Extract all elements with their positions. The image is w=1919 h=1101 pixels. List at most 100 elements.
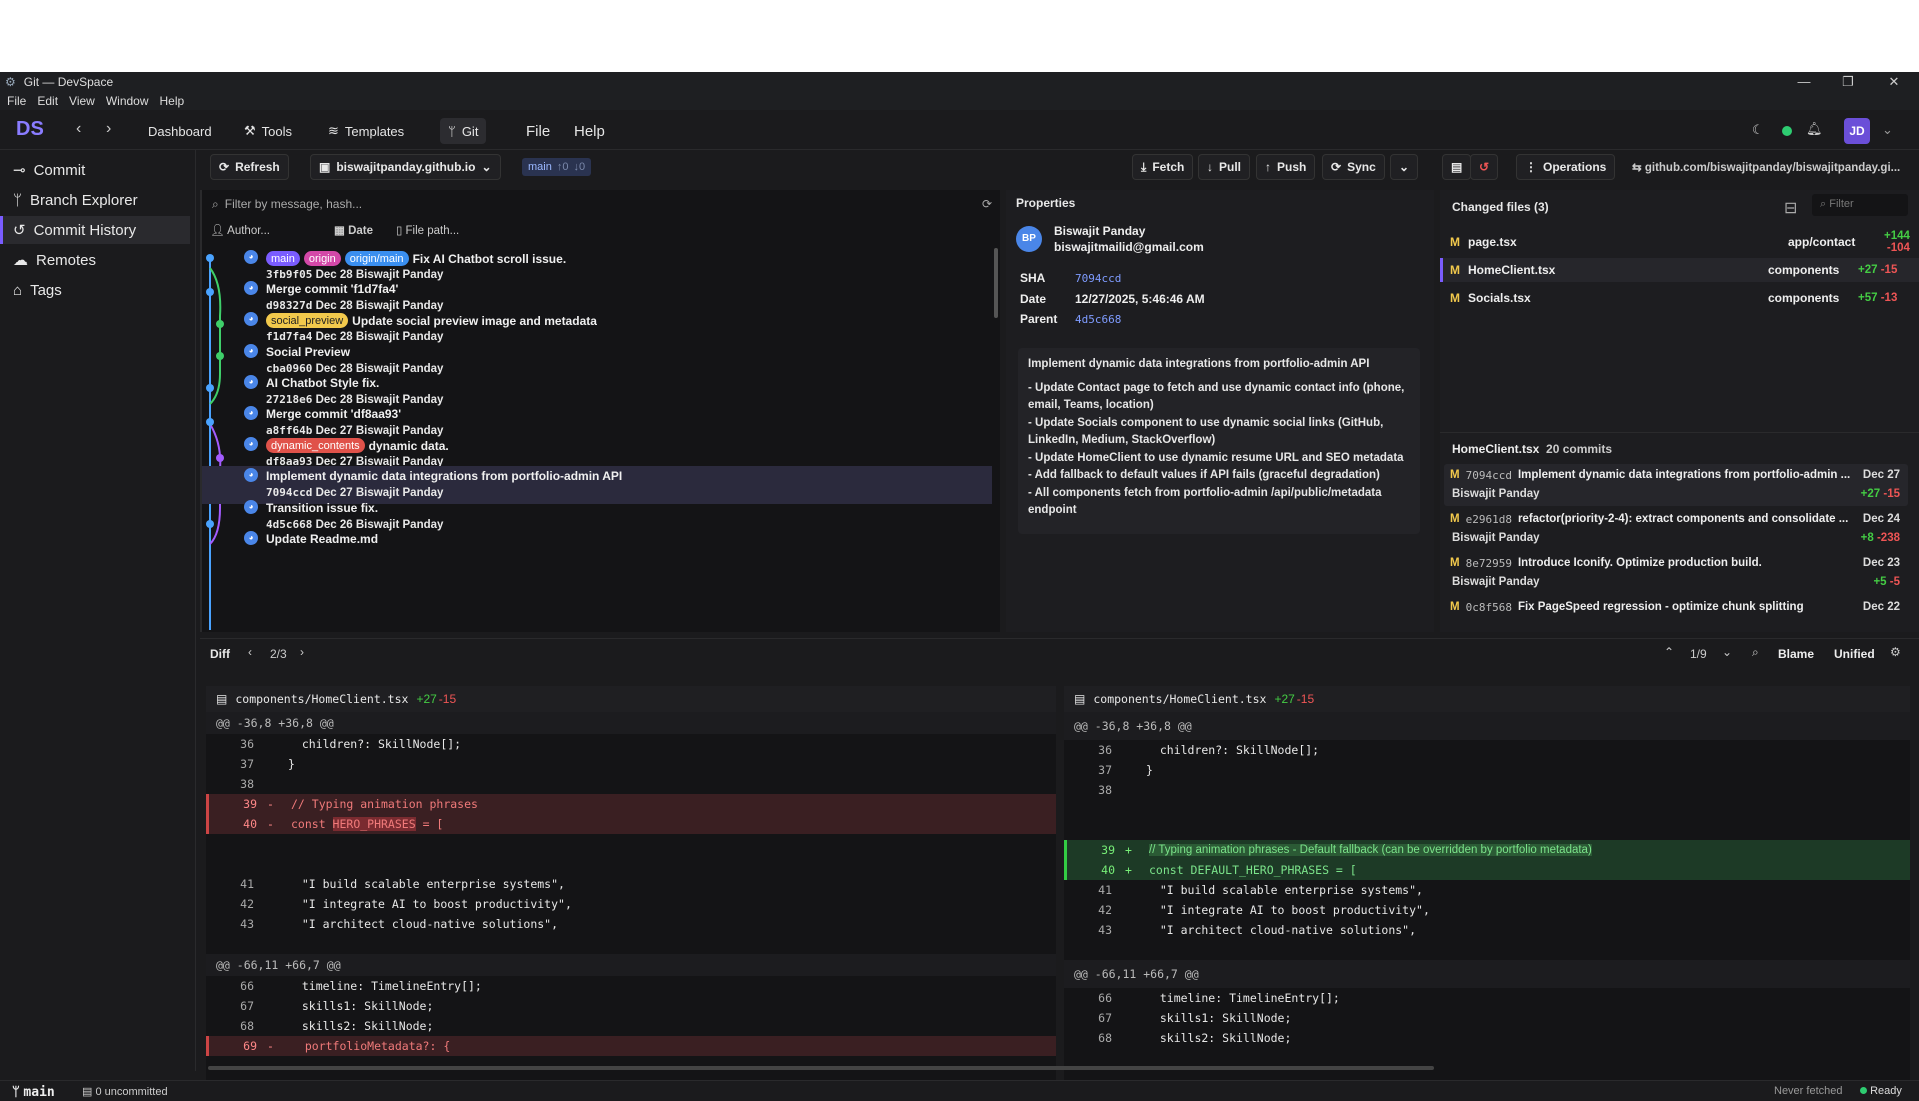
status-uncommitted-text: 0 uncommitted: [95, 1086, 168, 1098]
menu-window[interactable]: Window: [106, 94, 149, 108]
menu-view[interactable]: View: [69, 94, 95, 108]
repo-selector[interactable]: ▣ biswajitpanday.github.io ⌄: [310, 154, 501, 180]
branch-tag[interactable]: origin/main: [344, 251, 409, 266]
moon-icon[interactable]: ☾: [1752, 122, 1764, 138]
history-msg: Fix PageSpeed regression - optimize chun…: [1517, 601, 1804, 613]
sidebar-item-remotes[interactable]: ☁ Remotes: [0, 246, 190, 274]
changed-file-row[interactable]: M HomeClient.tsx components +27 -15: [1440, 258, 1919, 282]
history-hash: 8e72959: [1465, 557, 1512, 570]
diff-search-icon[interactable]: ⌕: [1752, 645, 1759, 660]
file-history-row[interactable]: M 0c8f568 Fix PageSpeed regression - optim…: [1444, 596, 1908, 638]
changed-filter-placeholder: Filter: [1829, 198, 1854, 210]
push-button[interactable]: ↑ Push: [1256, 154, 1316, 180]
changed-file-row[interactable]: M Socials.tsx components +57 -13: [1440, 286, 1919, 310]
next-file-icon[interactable]: ›: [300, 645, 304, 659]
unified-button[interactable]: Unified: [1834, 647, 1875, 661]
minimize-button[interactable]: —: [1784, 72, 1824, 92]
filepath-filter[interactable]: ▯ File path...: [396, 223, 459, 237]
commit-subject: AI Chatbot Style fix.: [266, 375, 380, 390]
commit-avatar: ◕: [244, 499, 258, 514]
commit-message-line: - All components fetch from portfolio-ad…: [1028, 486, 1382, 517]
refresh-button[interactable]: ⟳ Refresh: [210, 154, 289, 180]
app-logo[interactable]: DS: [16, 118, 44, 141]
pull-button[interactable]: ↓ Pull: [1198, 154, 1251, 180]
forward-icon[interactable]: ›: [106, 120, 111, 138]
branch-badge[interactable]: main ↑0 ↓0: [522, 158, 592, 176]
back-icon[interactable]: ‹: [76, 120, 81, 138]
file-history-row[interactable]: Me2961d8 refactor(priority-2-4): extract …: [1444, 508, 1908, 550]
fetch-button[interactable]: ⤓ Fetch: [1132, 154, 1194, 180]
parent-value[interactable]: 4d5c668: [1075, 313, 1121, 326]
commit-message: Merge commit 'df8aa93': [266, 407, 401, 421]
diff-line-removed: 69- portfolioMetadata?: {: [206, 1036, 1056, 1056]
sidebar-item-commit[interactable]: ⊸ Commit: [0, 156, 190, 184]
sha-value[interactable]: 7094ccd: [1075, 272, 1121, 285]
menu-file[interactable]: File: [7, 94, 26, 108]
menu-help[interactable]: Help: [160, 94, 185, 108]
undo-button[interactable]: ↺: [1470, 154, 1499, 180]
diff-line: 42 "I integrate AI to boost productivity…: [240, 897, 572, 911]
sidebar-item-branch-explorer[interactable]: ᛘ Branch Explorer: [0, 186, 190, 214]
commit-list-scrollbar[interactable]: [994, 248, 998, 318]
changed-filter-input[interactable]: ⌕ Filter: [1812, 194, 1908, 216]
file-additions: +57: [1858, 292, 1878, 304]
maximize-button[interactable]: ❐: [1828, 72, 1868, 92]
history-author: Biswajit Panday: [1452, 576, 1540, 588]
branch-tag[interactable]: dynamic_contents: [266, 438, 365, 454]
commit-avatar: ◕: [244, 312, 258, 327]
sidebar-item-tags[interactable]: ⌂ Tags: [0, 276, 190, 304]
diff-line: 43 "I architect cloud-native solutions",: [240, 917, 559, 931]
chevron-down-icon[interactable]: ⌄: [1882, 122, 1893, 138]
author-filter[interactable]: 👤︎ Author...: [210, 223, 334, 237]
menu-help-top[interactable]: Help: [566, 118, 613, 144]
bell-icon[interactable]: 🔔︎: [1806, 121, 1823, 137]
branch-tag[interactable]: social_preview: [266, 313, 349, 329]
commit-message-box: Implement dynamic data integrations from…: [1018, 348, 1420, 534]
sync-button[interactable]: ⟳ Sync: [1322, 154, 1385, 180]
file-history-row[interactable]: M 7094ccd Implement dynamic data integrati…: [1444, 464, 1908, 506]
branch-tag[interactable]: main: [266, 251, 300, 266]
horizontal-scrollbar[interactable]: [208, 1066, 1434, 1070]
menu-edit[interactable]: Edit: [37, 94, 58, 108]
file-icon: ▤: [216, 692, 228, 706]
menu-file-top[interactable]: File: [518, 118, 558, 144]
diff-line-removed: 40- const HERO_PHRASES = [: [206, 814, 1056, 834]
close-button[interactable]: ✕: [1874, 72, 1914, 92]
next-hunk-icon[interactable]: ⌄: [1722, 645, 1732, 659]
nav-git[interactable]: ᛘ Git: [440, 118, 487, 144]
nav-dashboard[interactable]: Dashboard: [140, 118, 220, 144]
reload-icon[interactable]: ⟳: [982, 197, 992, 211]
prev-hunk-icon[interactable]: ⌃: [1664, 645, 1674, 659]
file-history-row[interactable]: M 8e72959 Introduce Iconify. Optimize prod…: [1444, 552, 1908, 594]
commit-search[interactable]: ⌕ Filter by message, hash... ⟳: [212, 192, 992, 216]
nav-tools[interactable]: ⚒ Tools: [236, 118, 300, 144]
history-deletions: -238: [1876, 532, 1900, 544]
cloud-icon: ☁: [13, 252, 28, 269]
sidebar-item-commit-history[interactable]: ↺ Commit History: [0, 216, 190, 244]
stash-button[interactable]: ▤: [1442, 154, 1472, 180]
search-icon: ⌕: [212, 196, 219, 211]
status-uncommitted[interactable]: ▤ 0 uncommitted: [82, 1085, 168, 1098]
changed-file-row[interactable]: Mpage.tsx app/contact +144 -104: [1440, 230, 1919, 254]
status-branch[interactable]: ᛘ main: [12, 1084, 55, 1100]
blame-button[interactable]: Blame: [1778, 647, 1814, 661]
tag-icon: ⌂: [13, 281, 23, 299]
date-filter[interactable]: ▦ Date: [334, 223, 396, 237]
settings-icon[interactable]: ⚙: [1890, 645, 1901, 659]
operations-button[interactable]: ⋮ Operations: [1516, 154, 1616, 180]
nav-templates[interactable]: ≋ Templates: [320, 118, 412, 144]
commit-message: social_preview Update social preview imag…: [266, 313, 597, 329]
diff-file-header-right: ▤ components/HomeClient.tsx +27 -15: [1064, 686, 1910, 712]
diff-file-header: ▤ components/HomeClient.tsx +27 -15: [206, 686, 1056, 712]
branch-tag[interactable]: origin: [303, 251, 341, 266]
more-chevron-button[interactable]: ⌄: [1390, 154, 1419, 180]
commit-row[interactable]: ◕ Update Readme.md: [202, 529, 992, 567]
modified-icon: M: [1450, 291, 1460, 305]
tree-view-icon[interactable]: ⊟: [1784, 198, 1797, 218]
diff-line: 43 "I architect cloud-native solutions",: [1098, 923, 1417, 937]
repo-name: biswajitpanday.github.io: [336, 160, 476, 174]
user-avatar[interactable]: JD: [1844, 118, 1870, 144]
history-date: Dec 24: [1862, 513, 1900, 525]
remote-url[interactable]: ⇆ github.com/biswajitpanday/biswajitpand…: [1632, 160, 1900, 174]
prev-file-icon[interactable]: ‹: [248, 645, 252, 659]
